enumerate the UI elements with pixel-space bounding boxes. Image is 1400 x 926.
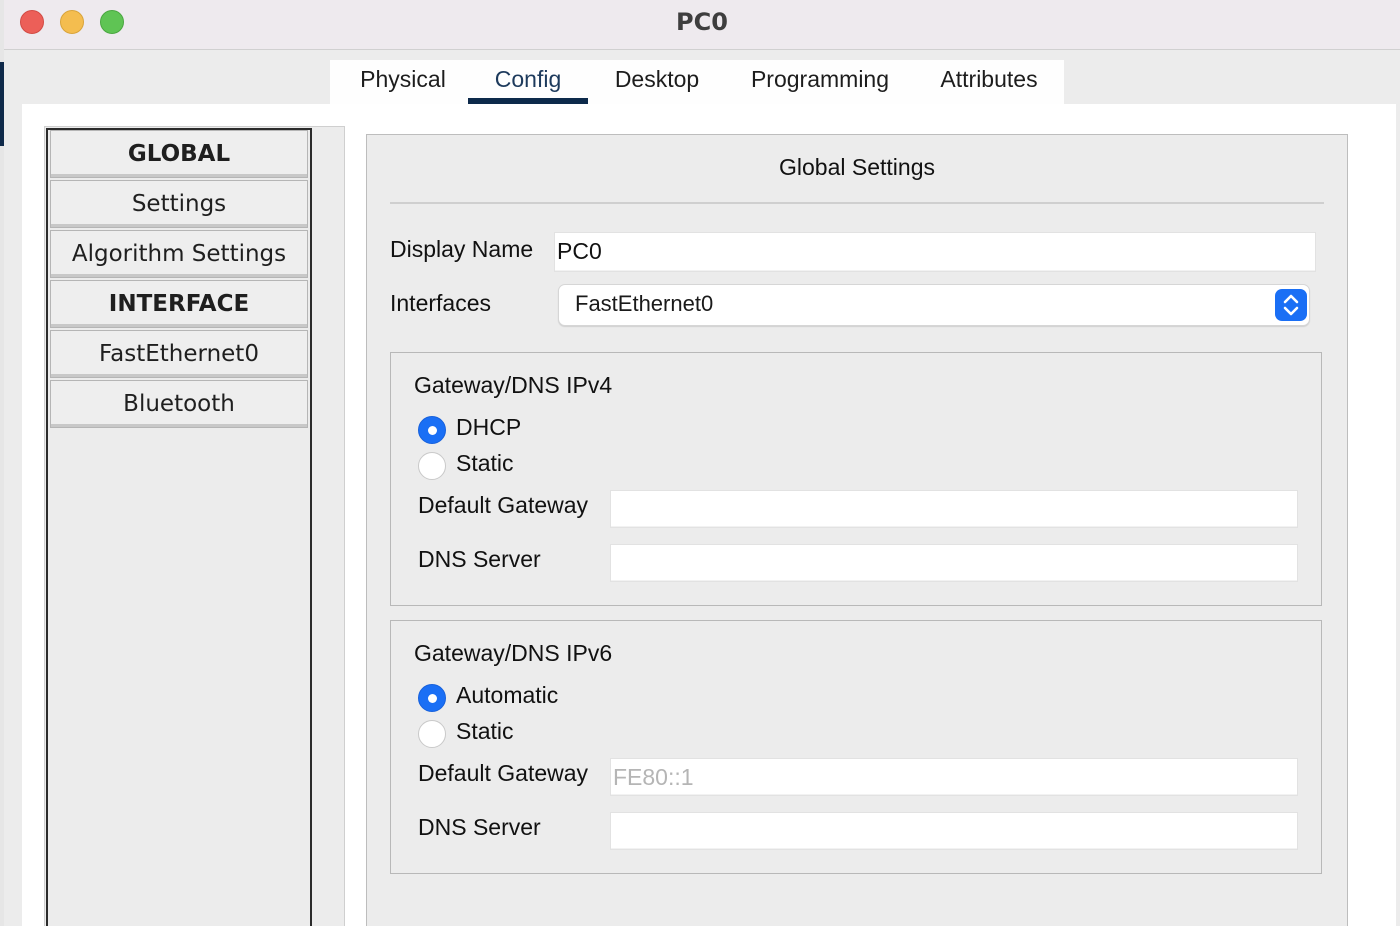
ipv4-static-radio[interactable] <box>418 452 446 480</box>
ipv6-dns-input[interactable] <box>610 812 1298 850</box>
ipv6-automatic-label[interactable]: Automatic <box>456 682 558 709</box>
sidebar-header-interface: INTERFACE <box>50 280 308 328</box>
ipv6-dns-label: DNS Server <box>418 814 541 840</box>
config-sidebar: GLOBAL Settings Algorithm Settings INTER… <box>46 128 312 926</box>
ipv6-group-title: Gateway/DNS IPv6 <box>414 640 613 666</box>
window-title: PC0 <box>676 8 728 36</box>
interfaces-label: Interfaces <box>390 290 491 316</box>
sidebar-item-fastethernet0[interactable]: FastEthernet0 <box>50 330 308 378</box>
tab-attributes[interactable]: Attributes <box>926 66 1052 104</box>
ipv4-static-label[interactable]: Static <box>456 450 514 477</box>
ipv4-dns-label: DNS Server <box>418 546 541 572</box>
tab-physical[interactable]: Physical <box>340 66 466 104</box>
sidebar-item-settings[interactable]: Settings <box>50 180 308 228</box>
display-name-input[interactable]: PC0 <box>554 232 1316 272</box>
title-divider <box>390 202 1324 204</box>
interfaces-select[interactable]: FastEthernet0 <box>558 284 1310 326</box>
ipv6-gateway-label: Default Gateway <box>418 760 589 786</box>
sidebar-header-global: GLOBAL <box>50 130 308 178</box>
panel-title: Global Settings <box>779 154 935 180</box>
title-bar[interactable]: PC0 <box>4 0 1400 50</box>
ipv4-dhcp-label[interactable]: DHCP <box>456 414 521 441</box>
ipv4-dhcp-radio[interactable] <box>418 416 446 444</box>
ipv6-static-label[interactable]: Static <box>456 718 514 745</box>
ipv4-dns-input[interactable] <box>610 544 1298 582</box>
sidebar-item-bluetooth[interactable]: Bluetooth <box>50 380 308 428</box>
tab-desktop[interactable]: Desktop <box>594 66 720 104</box>
sidebar-item-algorithm-settings[interactable]: Algorithm Settings <box>50 230 308 278</box>
interfaces-selected-value: FastEthernet0 <box>575 291 714 316</box>
ipv4-gateway-label: Default Gateway <box>418 492 589 518</box>
ipv4-group-title: Gateway/DNS IPv4 <box>414 372 613 398</box>
ipv6-static-radio[interactable] <box>418 720 446 748</box>
tab-programming[interactable]: Programming <box>734 66 906 104</box>
ipv6-automatic-radio[interactable] <box>418 684 446 712</box>
tab-bar: Physical Config Desktop Programming Attr… <box>330 60 1064 104</box>
tab-config[interactable]: Config <box>468 66 588 104</box>
ipv6-gateway-input[interactable]: FE80::1 <box>610 758 1298 796</box>
select-arrows-icon <box>1275 289 1307 321</box>
display-name-label: Display Name <box>390 236 534 262</box>
ipv4-gateway-input[interactable] <box>610 490 1298 528</box>
